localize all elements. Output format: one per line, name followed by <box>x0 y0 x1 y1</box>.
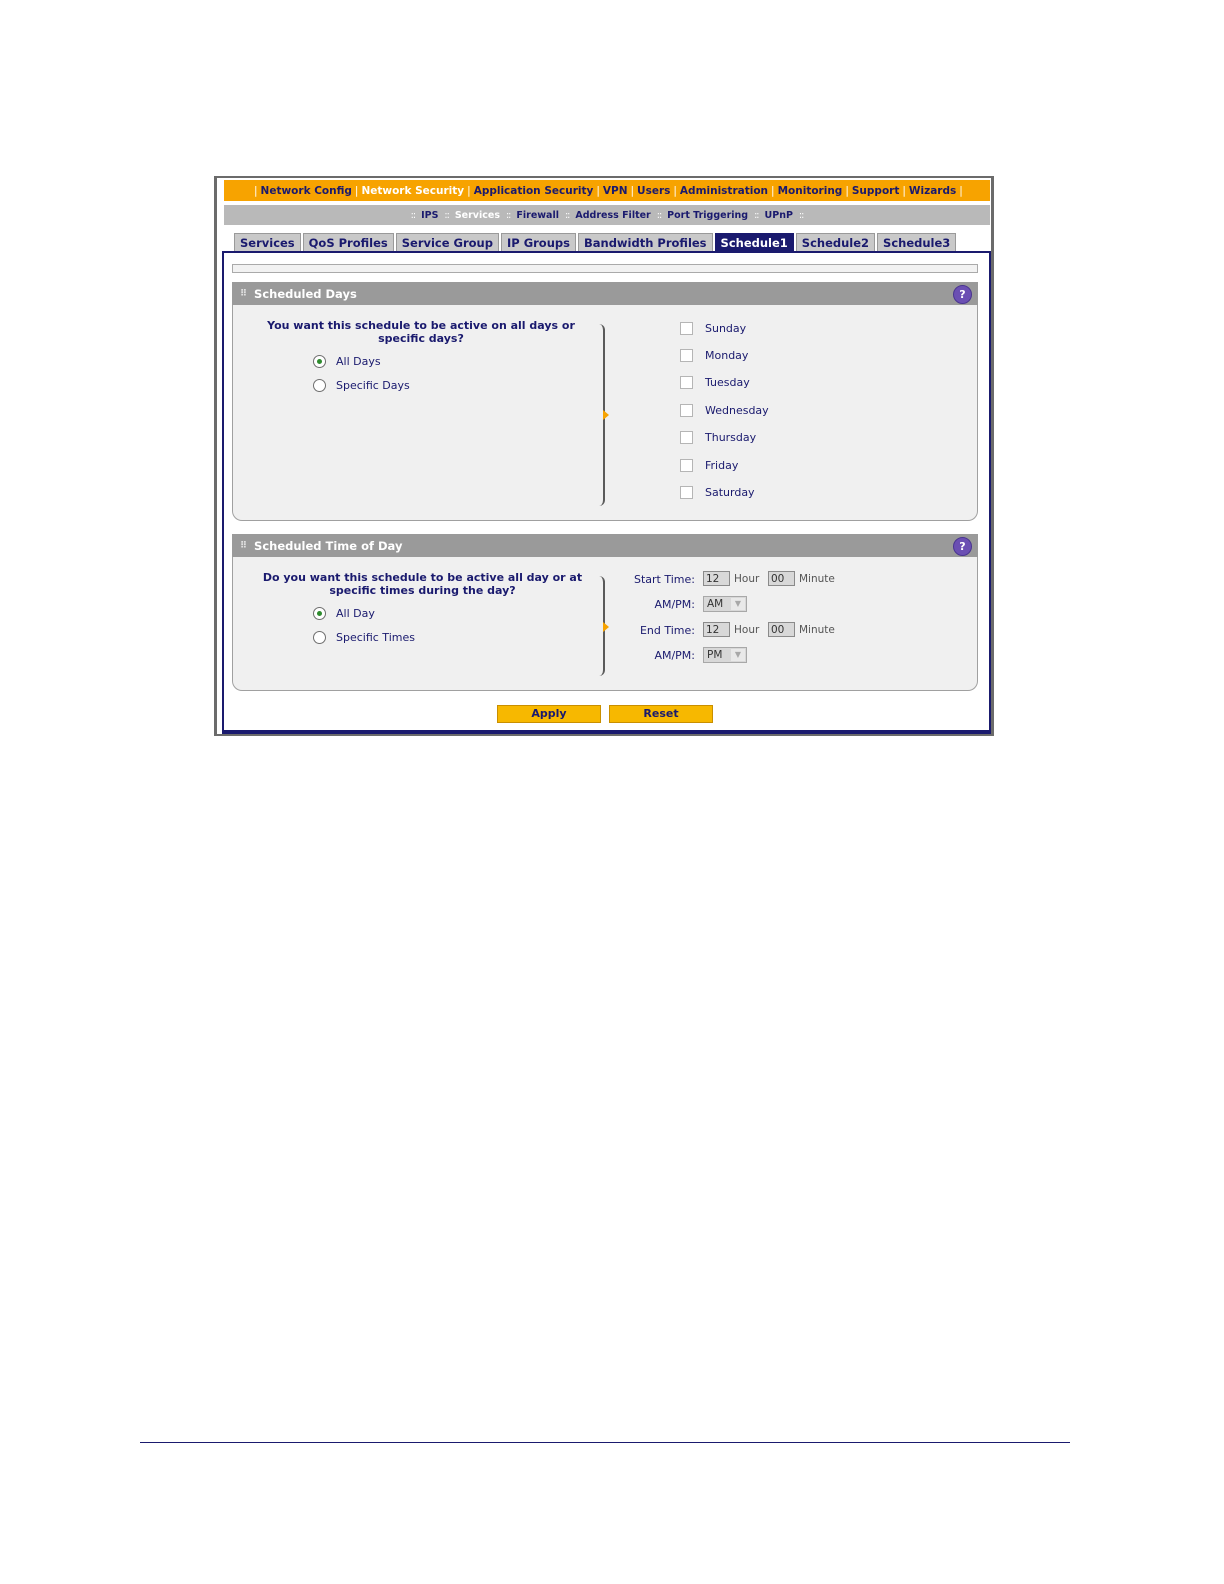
friday-checkbox[interactable] <box>680 459 693 472</box>
message-bar <box>232 264 978 273</box>
help-icon[interactable]: ? <box>953 285 972 304</box>
specific-days-radio[interactable] <box>313 379 326 392</box>
nav-monitoring[interactable]: Monitoring <box>778 185 843 197</box>
all-day-label: All Day <box>336 607 375 620</box>
start-hour-unit: Hour <box>734 573 760 585</box>
tab-schedule2[interactable]: Schedule2 <box>795 233 876 252</box>
day-thursday[interactable]: Thursday <box>680 431 756 444</box>
scheduled-time-title: Scheduled Time of Day <box>254 538 403 553</box>
day-sunday[interactable]: Sunday <box>680 322 746 335</box>
tab-services[interactable]: Services <box>234 233 301 252</box>
all-day-option[interactable]: All Day <box>313 607 375 620</box>
all-days-radio[interactable] <box>313 355 326 368</box>
specific-days-label: Specific Days <box>336 379 410 392</box>
day-monday[interactable]: Monday <box>680 349 748 362</box>
chevron-down-icon: ▼ <box>731 598 745 610</box>
saturday-checkbox[interactable] <box>680 486 693 499</box>
scheduled-days-header: ⠿ Scheduled Days ? <box>232 282 978 305</box>
start-ampm-value: AM <box>707 598 724 610</box>
day-wednesday[interactable]: Wednesday <box>680 404 769 417</box>
reset-button[interactable]: Reset <box>609 705 713 723</box>
help-icon[interactable]: ? <box>953 537 972 556</box>
tab-ip-groups[interactable]: IP Groups <box>500 233 576 252</box>
wednesday-label: Wednesday <box>705 404 769 417</box>
end-hour-unit: Hour <box>734 624 760 636</box>
router-admin-window: | Network Config | Network Security | Appl… <box>217 178 991 734</box>
sunday-label: Sunday <box>705 322 747 335</box>
nav-users[interactable]: Users <box>637 185 670 197</box>
start-ampm-label: AM/PM: <box>654 598 695 611</box>
subnav-address-filter[interactable]: Address Filter <box>575 210 650 221</box>
day-friday[interactable]: Friday <box>680 459 738 472</box>
tab-underline <box>222 251 991 253</box>
friday-label: Friday <box>705 459 739 472</box>
monday-label: Monday <box>705 349 749 362</box>
scheduled-days-title: Scheduled Days <box>254 286 357 301</box>
day-saturday[interactable]: Saturday <box>680 486 755 499</box>
end-minute-unit: Minute <box>799 624 835 636</box>
wednesday-checkbox[interactable] <box>680 404 693 417</box>
specific-times-label: Specific Times <box>336 631 415 644</box>
end-ampm-select[interactable]: PM ▼ <box>703 647 747 663</box>
subnav-ips[interactable]: IPS <box>421 210 438 221</box>
chevron-down-icon: ▼ <box>731 649 745 661</box>
day-tuesday[interactable]: Tuesday <box>680 376 750 389</box>
time-arrow-icon <box>603 622 609 632</box>
grip-icon: ⠿ <box>240 540 247 551</box>
days-arrow-icon <box>603 410 609 420</box>
specific-times-option[interactable]: Specific Times <box>313 631 415 644</box>
nav-application-security[interactable]: Application Security <box>474 185 594 197</box>
apply-button[interactable]: Apply <box>497 705 601 723</box>
nav-administration[interactable]: Administration <box>680 185 768 197</box>
tuesday-label: Tuesday <box>705 376 750 389</box>
screenshot-frame: | Network Config | Network Security | Appl… <box>214 176 994 736</box>
all-days-label: All Days <box>336 355 381 368</box>
start-minute-unit: Minute <box>799 573 835 585</box>
end-ampm-label: AM/PM: <box>654 649 695 662</box>
end-ampm-value: PM <box>707 649 723 661</box>
content-border-left <box>222 251 224 734</box>
time-question: Do you want this schedule to be active a… <box>262 571 583 597</box>
thursday-checkbox[interactable] <box>680 431 693 444</box>
start-time-label: Start Time: <box>634 573 695 586</box>
top-navigation: | Network Config | Network Security | Appl… <box>224 180 990 201</box>
subnav-port-triggering[interactable]: Port Triggering <box>667 210 748 221</box>
nav-vpn[interactable]: VPN <box>603 185 628 197</box>
grip-icon: ⠿ <box>240 288 247 299</box>
footer-rule <box>140 1442 1070 1443</box>
saturday-label: Saturday <box>705 486 755 499</box>
subnav-upnp[interactable]: UPnP <box>765 210 793 221</box>
tuesday-checkbox[interactable] <box>680 376 693 389</box>
sunday-checkbox[interactable] <box>680 322 693 335</box>
tab-service-group[interactable]: Service Group <box>395 233 499 252</box>
content-border-right <box>989 251 991 734</box>
start-minute-input[interactable]: 00 <box>768 571 795 586</box>
nav-network-config[interactable]: Network Config <box>261 185 352 197</box>
nav-support[interactable]: Support <box>852 185 899 197</box>
tab-schedule1[interactable]: Schedule1 <box>714 233 794 252</box>
all-days-option[interactable]: All Days <box>313 355 381 368</box>
content-border-bottom <box>222 730 991 734</box>
tab-bandwidth-profiles[interactable]: Bandwidth Profiles <box>577 233 713 252</box>
nav-wizards[interactable]: Wizards <box>909 185 956 197</box>
scheduled-time-header: ⠿ Scheduled Time of Day ? <box>232 534 978 557</box>
subnav-services[interactable]: Services <box>455 210 500 221</box>
nav-network-security[interactable]: Network Security <box>361 185 464 197</box>
end-minute-input[interactable]: 00 <box>768 622 795 637</box>
start-ampm-select[interactable]: AM ▼ <box>703 596 747 612</box>
specific-times-radio[interactable] <box>313 631 326 644</box>
days-question: You want this schedule to be active on a… <box>267 319 575 345</box>
all-day-radio[interactable] <box>313 607 326 620</box>
sub-navigation: :: IPS:: Services:: Firewall:: Address F… <box>224 205 990 225</box>
subnav-firewall[interactable]: Firewall <box>516 210 559 221</box>
end-time-label: End Time: <box>639 624 695 637</box>
tab-schedule3[interactable]: Schedule3 <box>877 233 957 252</box>
thursday-label: Thursday <box>705 431 757 444</box>
monday-checkbox[interactable] <box>680 349 693 362</box>
specific-days-option[interactable]: Specific Days <box>313 379 410 392</box>
end-hour-input[interactable]: 12 <box>703 622 730 637</box>
start-hour-input[interactable]: 12 <box>703 571 730 586</box>
tab-bar: Services QoS Profiles Service Group IP G… <box>234 233 958 252</box>
tab-qos-profiles[interactable]: QoS Profiles <box>302 233 394 252</box>
